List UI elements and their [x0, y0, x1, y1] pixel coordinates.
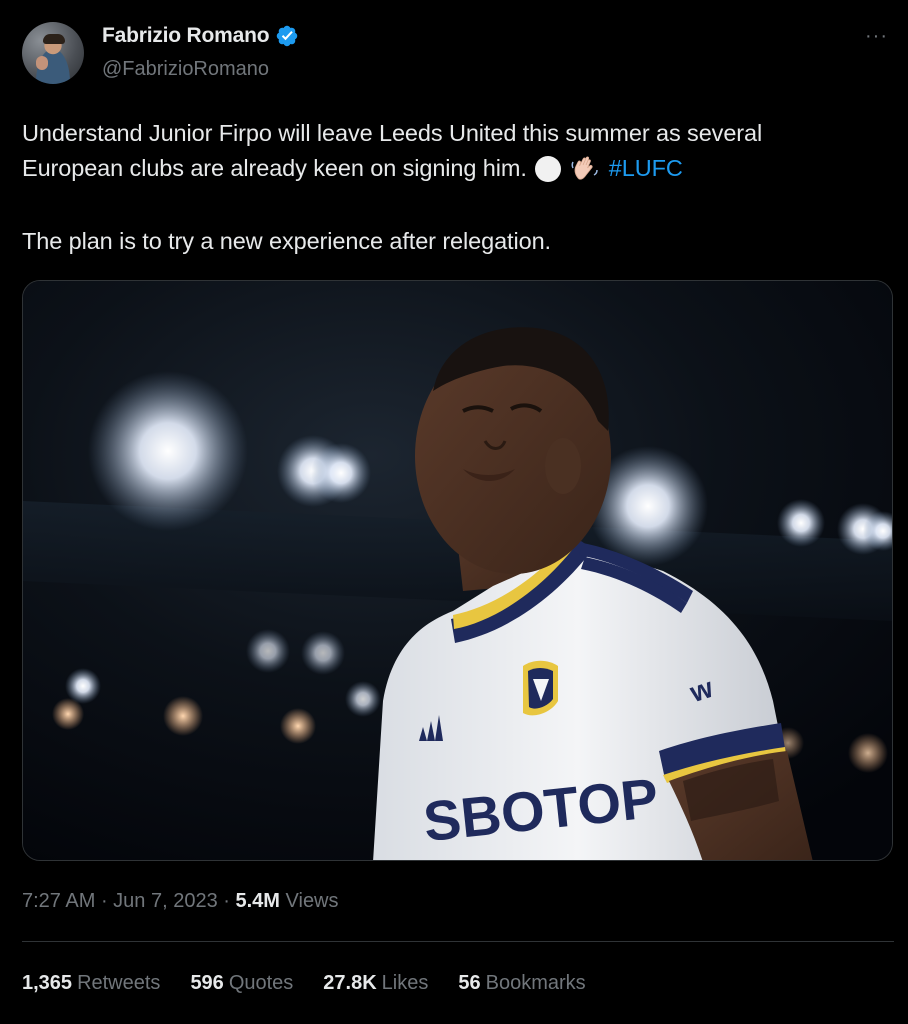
verified-badge-icon[interactable] — [275, 24, 299, 48]
tweet-time[interactable]: 7:27 AM — [22, 890, 95, 912]
tweet-line-2: European clubs are already keen on signi… — [22, 151, 888, 186]
player-photo: SBOTOP w — [23, 281, 892, 860]
author-name[interactable]: Fabrizio Romano — [102, 24, 270, 48]
tweet-photo[interactable]: SBOTOP w — [22, 280, 893, 861]
meta-separator-2: · — [217, 890, 236, 912]
likes-label: Likes — [381, 972, 429, 994]
quotes-count: 596 — [190, 972, 224, 994]
quotes-label: Quotes — [228, 972, 294, 994]
likes-count: 27.8K — [323, 972, 377, 994]
tweet-line-2-text: European clubs are already keen on signi… — [22, 155, 527, 181]
ellipsis-icon[interactable]: ··· — [865, 26, 888, 46]
tweet-text: Understand Junior Firpo will leave Leeds… — [22, 116, 888, 259]
tweet-header: Fabrizio Romano @FabrizioRomano ··· — [22, 22, 894, 86]
tweet-date[interactable]: Jun 7, 2023 — [113, 890, 218, 912]
views-label: Views — [285, 890, 339, 912]
meta-separator-1: · — [95, 890, 114, 912]
tweet-line-1: Understand Junior Firpo will leave Leeds… — [22, 120, 763, 146]
bookmarks-stat[interactable]: 56 Bookmarks — [458, 972, 585, 995]
author-name-row: Fabrizio Romano — [102, 24, 299, 48]
bookmarks-label: Bookmarks — [485, 972, 586, 994]
hashtag-link[interactable]: #LUFC — [609, 151, 683, 186]
likes-stat[interactable]: 27.8K Likes — [323, 972, 428, 995]
retweets-stat[interactable]: 1,365 Retweets — [22, 972, 160, 995]
author-handle[interactable]: @FabrizioRomano — [102, 58, 269, 81]
retweets-count: 1,365 — [22, 972, 73, 994]
white-circle-emoji-icon — [534, 155, 561, 182]
tweet-meta: 7:27 AM · Jun 7, 2023 · 5.4M Views — [22, 890, 339, 913]
bookmarks-count: 56 — [458, 972, 481, 994]
retweets-label: Retweets — [77, 972, 161, 994]
divider — [22, 941, 894, 942]
quotes-stat[interactable]: 596 Quotes — [190, 972, 293, 995]
engagement-stats: 1,365 Retweets 596 Quotes 27.8K Likes 56 Boo… — [22, 972, 586, 995]
views-count: 5.4M — [235, 890, 280, 912]
waving-hand-emoji-icon — [571, 156, 598, 180]
avatar[interactable] — [22, 22, 84, 84]
tweet-paragraph-2: The plan is to try a new experience afte… — [22, 228, 551, 254]
